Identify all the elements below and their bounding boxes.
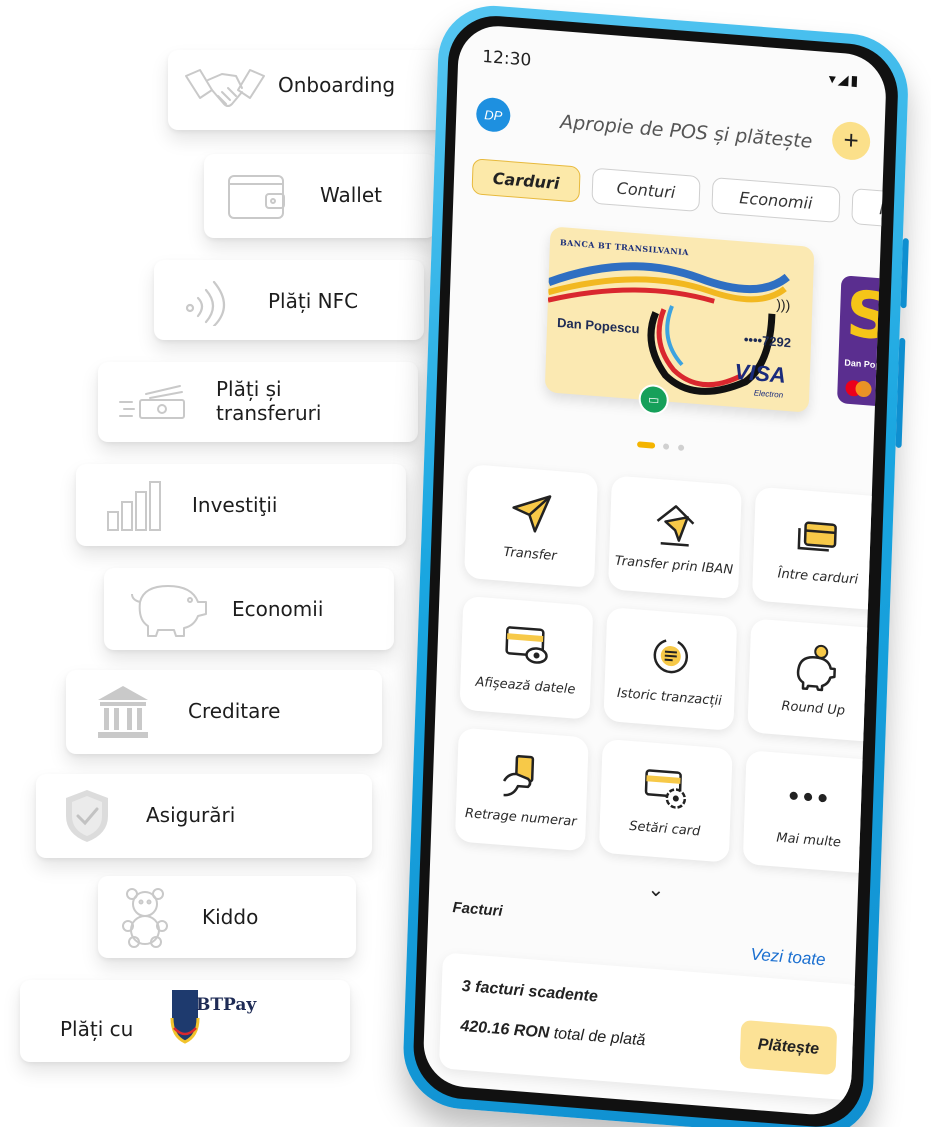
feature-label: Onboarding [278,73,396,97]
chevron-down-icon[interactable]: ⌄ [647,876,665,902]
feature-card-savings[interactable]: Economii [104,568,394,650]
feature-label: Economii [232,597,324,621]
carousel-dots[interactable] [637,435,689,457]
feature-card-nfc[interactable]: Plăți NFC [154,260,424,340]
feature-label: Wallet [320,183,383,207]
action-label: Mai multe [776,830,842,851]
more-dots-icon: ••• [787,779,833,816]
status-time: 12:30 [481,46,532,71]
feature-label: Plăți cu [60,1017,134,1041]
piggy-bank-icon [131,585,207,637]
action-show-details[interactable]: Afișează datele [459,595,594,720]
phone-screen: 12:30 ▾◢▮ DP Apropie de POS și plătește … [422,23,888,1118]
card-settings-icon [644,769,687,809]
tab-savings[interactable]: Economii [711,177,841,224]
feature-card-investments[interactable]: Investiţii [76,464,406,546]
piggy-bank-coin-icon [796,644,836,692]
action-label: Transfer prin IBAN [614,553,734,578]
feature-card-btpay[interactable]: Plăți cu BTPay [20,980,350,1062]
feature-label: Plăți NFC [268,289,359,313]
action-round-up[interactable]: Round Up [747,618,882,743]
action-transaction-history[interactable]: Istoric tranzacții [603,607,738,732]
wallet-icon [228,175,285,219]
action-label: Istoric tranzacții [616,685,722,710]
feature-label: Plăți și [216,377,282,401]
bills-amount-suffix: total de plată [553,1025,646,1050]
action-withdraw-cash[interactable]: Retrage numerar [454,727,589,852]
bills-amount-value: 420.16 RON [460,1017,550,1042]
carousel-dot-active[interactable] [637,441,656,449]
btpay-logo-text: BTPay [196,995,257,1015]
tab-bar: Carduri Conturi Economii Kiddo [471,158,888,239]
action-label: Retrage numerar [464,806,577,830]
handshake-icon [185,69,265,107]
iban-transfer-icon [656,505,695,547]
add-button[interactable]: + [831,120,871,162]
cards-exchange-icon [797,521,837,552]
teddy-bear-icon [122,888,168,948]
action-label: Între carduri [777,566,859,588]
carousel-dot[interactable] [663,443,670,450]
feature-card-insurance[interactable]: Asigurări [36,774,372,858]
status-icons: ▾◢▮ [828,70,861,89]
card-network-logo: VISA [734,358,787,388]
feature-card-transfers[interactable]: Plăți și transferuri [98,362,418,442]
feature-label: Creditare [188,699,281,723]
bank-card[interactable]: BANCA BT TRANSILVANIA ))) Dan Popescu ••… [544,226,815,413]
tab-cards[interactable]: Carduri [471,158,581,203]
paper-plane-icon [512,495,552,533]
cash-withdraw-icon [502,754,535,797]
feature-card-kiddo[interactable]: Kiddo [98,876,356,958]
feature-label: Kiddo [202,905,259,929]
pay-bills-button[interactable]: Plătește [739,1019,838,1076]
mastercard-icon [855,380,872,398]
action-label: Setări card [628,818,701,840]
action-transfer[interactable]: Transfer [464,464,598,588]
see-all-bills-link[interactable]: Vezi toate [750,945,826,971]
tab-accounts[interactable]: Conturi [591,167,701,213]
phone-body: 12:30 ▾◢▮ DP Apropie de POS și plătește … [401,1,910,1127]
carousel-dot[interactable] [677,444,685,451]
shield-check-icon [66,790,108,842]
bank-building-icon [98,686,148,738]
side-button [900,238,909,309]
money-transfer-icon [119,385,185,419]
contactless-icon: ))) [776,296,791,314]
btpay-logo: BTPay [170,990,257,1044]
feature-card-wallet[interactable]: Wallet [204,154,436,238]
action-label: Round Up [781,698,846,719]
action-between-cards[interactable]: Între carduri [751,486,886,611]
feature-label: Asigurări [146,803,236,827]
nfc-icon [185,280,226,326]
phone-mockup: 12:30 ▾◢▮ DP Apropie de POS și plătește … [401,1,910,1127]
header-title: Apropie de POS și plătește [559,111,813,153]
avatar[interactable]: DP [475,96,511,134]
bills-section-title: Facturi [452,899,503,920]
feature-card-credit[interactable]: Creditare [66,670,382,754]
action-card-settings[interactable]: Setări card [598,738,733,863]
bar-chart-icon [107,481,161,531]
action-label: Afișează datele [475,674,576,698]
feature-card-onboarding[interactable]: Onboarding [168,50,448,130]
bills-due-count: 3 facturi scadente [461,977,599,1006]
history-icon [653,638,689,674]
bills-total: 420.16 RON total de plată [460,1017,646,1050]
feature-label: transferuri [216,401,322,425]
bills-card: 3 facturi scadente 420.16 RON total de p… [438,952,863,1102]
feature-label: Investiţii [192,493,278,517]
card-eye-icon [505,626,548,664]
action-more[interactable]: ••• Mai multe [742,750,877,875]
action-label: Transfer [503,544,557,565]
action-transfer-iban[interactable]: Transfer prin IBAN [607,475,742,600]
